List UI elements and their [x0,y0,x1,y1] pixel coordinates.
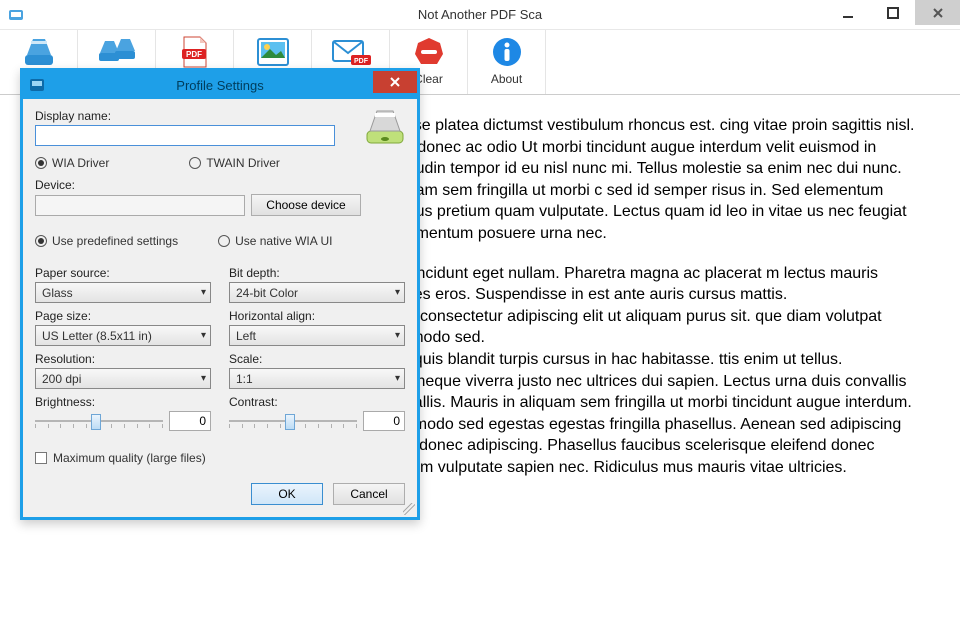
dialog-close-button[interactable] [373,71,417,93]
device-label: Device: [35,178,405,192]
minimize-button[interactable] [825,0,870,25]
resize-grip[interactable] [403,503,415,515]
resolution-label: Resolution: [35,352,211,366]
select-value: Glass [42,286,73,300]
button-label: Choose device [266,198,345,212]
window-titlebar: Not Another PDF Sca [0,0,960,30]
max-quality-checkbox[interactable]: Maximum quality (large files) [35,451,405,465]
document-paragraph: bitasse platea dictumst vestibulum rhonc… [380,115,920,245]
brightness-label: Brightness: [35,395,211,409]
brightness-value[interactable] [169,411,211,431]
chevron-down-icon: ▾ [201,330,206,341]
info-icon [487,34,527,70]
contrast-value[interactable] [363,411,405,431]
radio-label: WIA Driver [52,156,109,170]
svg-text:PDF: PDF [186,50,202,59]
radio-label: Use native WIA UI [235,234,332,248]
use-native-radio[interactable]: Use native WIA UI [218,234,332,248]
checkbox-label: Maximum quality (large files) [53,451,206,465]
chevron-down-icon: ▾ [395,287,400,298]
right-column: Bit depth: 24-bit Color ▾ Horizontal alig… [229,266,405,437]
brightness-slider[interactable] [35,411,163,431]
button-label: OK [278,487,295,501]
document-page: bitasse platea dictumst vestibulum rhonc… [380,115,920,479]
wia-driver-radio[interactable]: WIA Driver [35,156,109,170]
app-icon [8,7,24,23]
chevron-down-icon: ▾ [395,330,400,341]
radio-label: TWAIN Driver [206,156,280,170]
dialog-titlebar[interactable]: Profile Settings [23,71,417,99]
select-value: 1:1 [236,372,253,386]
tool-label: About [491,72,522,86]
left-column: Paper source: Glass ▾ Page size: US Lette… [35,266,211,437]
select-value: 24-bit Color [236,286,298,300]
bit-depth-label: Bit depth: [229,266,405,280]
display-name-label: Display name: [35,109,405,123]
profile-settings-dialog: Profile Settings Display name: WIA Drive… [20,68,420,520]
close-button[interactable] [915,0,960,25]
email-pdf-icon: PDF [331,34,371,70]
batch-scanner-icon [97,34,137,70]
document-paragraph: nisl tincidunt eget nullam. Pharetra mag… [380,263,920,479]
page-size-label: Page size: [35,309,211,323]
window-title: Not Another PDF Sca [0,7,960,22]
ok-button[interactable]: OK [251,483,323,505]
scanner-icon [19,34,59,70]
svg-text:PDF: PDF [354,58,369,65]
button-label: Cancel [350,487,387,501]
scale-label: Scale: [229,352,405,366]
scale-select[interactable]: 1:1 ▾ [229,368,405,389]
resolution-select[interactable]: 200 dpi ▾ [35,368,211,389]
about-tool[interactable]: About [468,30,546,94]
select-value: Left [236,329,256,343]
contrast-slider[interactable] [229,411,357,431]
maximize-button[interactable] [870,0,915,25]
page-size-select[interactable]: US Letter (8.5x11 in) ▾ [35,325,211,346]
scanner-illustration-icon [363,105,407,150]
chevron-down-icon: ▾ [201,287,206,298]
device-input [35,195,245,216]
chevron-down-icon: ▾ [395,373,400,384]
window-controls [825,0,960,25]
chevron-down-icon: ▾ [201,373,206,384]
paper-source-select[interactable]: Glass ▾ [35,282,211,303]
use-predefined-radio[interactable]: Use predefined settings [35,234,178,248]
dialog-title: Profile Settings [23,78,417,93]
horizontal-align-label: Horizontal align: [229,309,405,323]
clear-icon [409,34,449,70]
contrast-label: Contrast: [229,395,405,409]
choose-device-button[interactable]: Choose device [251,194,361,216]
horizontal-align-select[interactable]: Left ▾ [229,325,405,346]
display-name-input[interactable] [35,125,335,146]
image-icon [253,34,293,70]
twain-driver-radio[interactable]: TWAIN Driver [189,156,280,170]
radio-label: Use predefined settings [52,234,178,248]
select-value: US Letter (8.5x11 in) [42,329,152,343]
dialog-body: Display name: WIA Driver TWAIN Driver De… [23,99,417,517]
paper-source-label: Paper source: [35,266,211,280]
bit-depth-select[interactable]: 24-bit Color ▾ [229,282,405,303]
cancel-button[interactable]: Cancel [333,483,405,505]
select-value: 200 dpi [42,372,81,386]
pdf-icon: PDF [175,34,215,70]
